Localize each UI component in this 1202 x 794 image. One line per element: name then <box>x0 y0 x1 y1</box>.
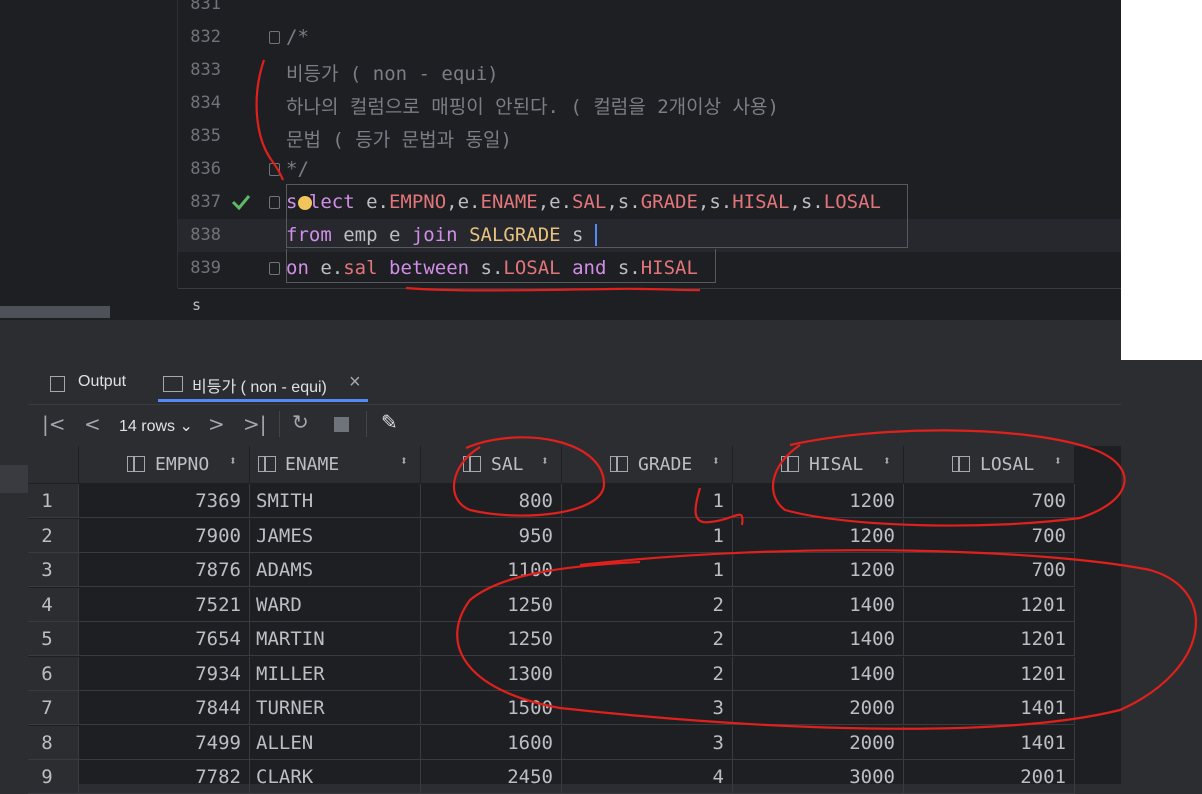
annotation-comment-bracket <box>255 59 285 181</box>
annotation-circle-grades-2-3 <box>456 549 1198 730</box>
annotation-circle-sal <box>452 436 606 517</box>
annotation-circle-grade <box>694 487 744 526</box>
annotation-underline-between <box>405 286 701 292</box>
annotation-layer <box>255 59 1198 730</box>
annotation-circle-range <box>771 429 1126 527</box>
